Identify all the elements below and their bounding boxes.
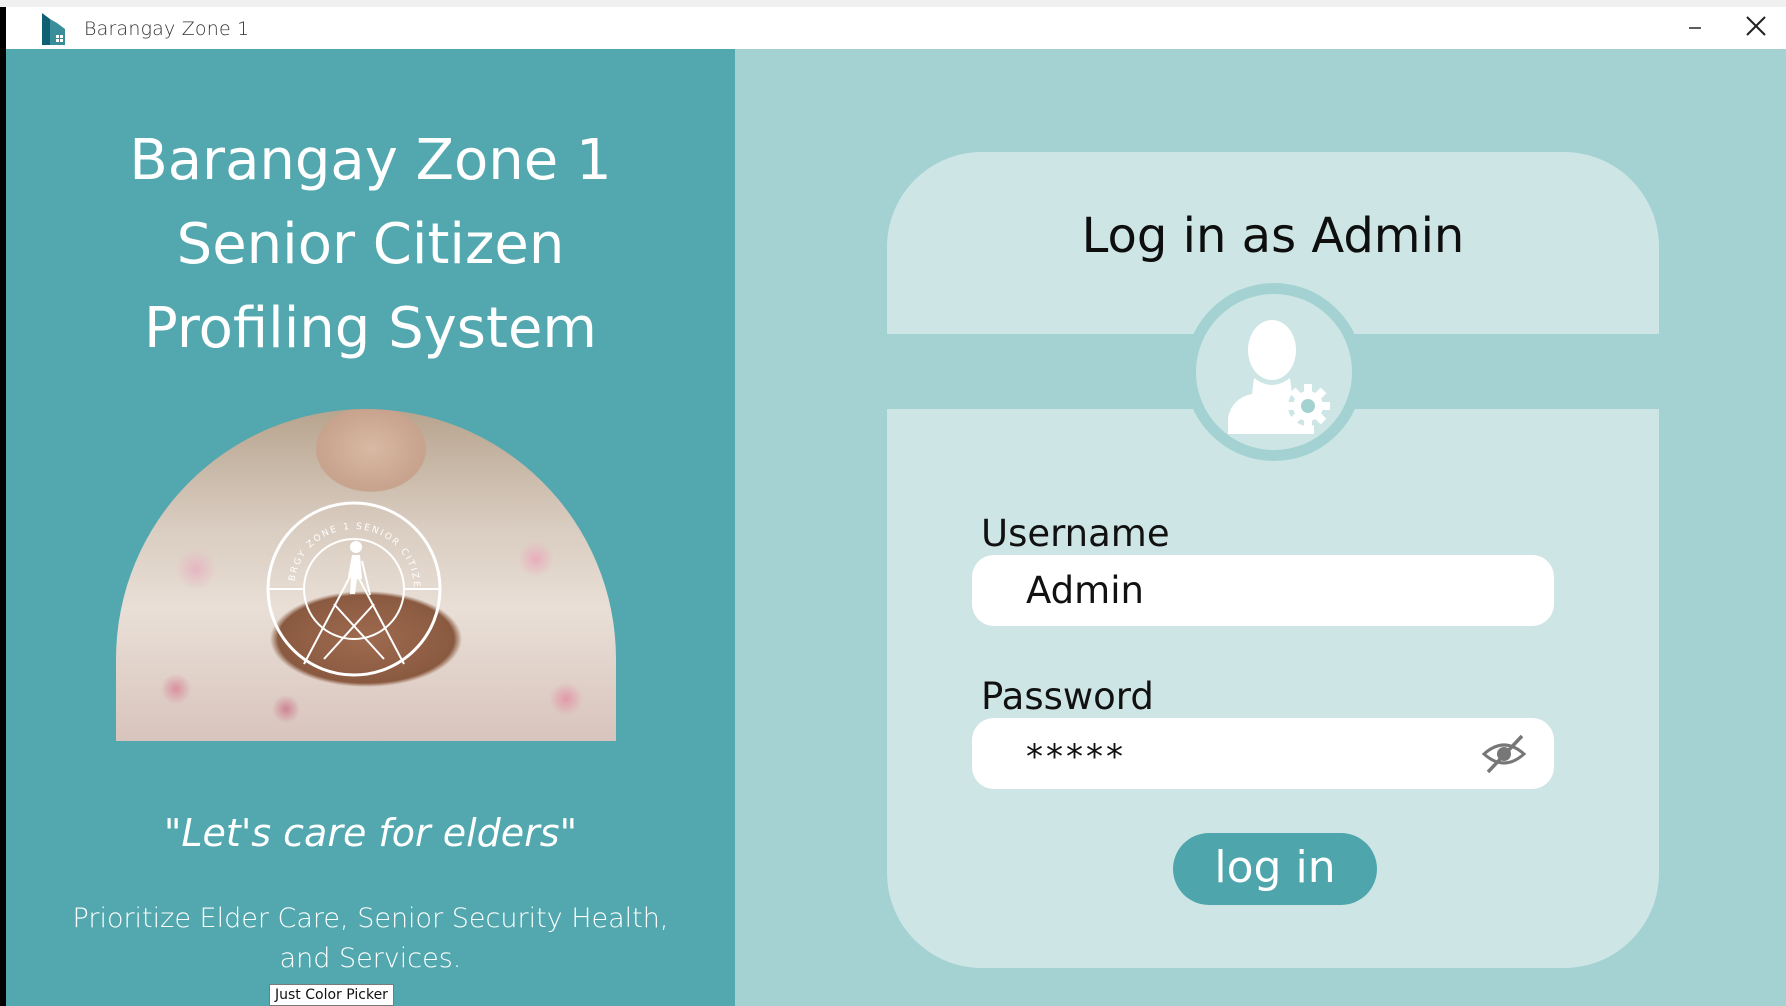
elder-hands-photo: BRGY ZONE 1 SENIOR CITIZEN	[116, 409, 616, 741]
system-title-line: Profiling System	[144, 296, 597, 361]
password-label: Password	[981, 675, 1154, 718]
username-input[interactable]: Admin	[972, 555, 1554, 626]
window-title: Barangay Zone 1	[84, 18, 250, 40]
username-value[interactable]: Admin	[1026, 569, 1144, 612]
emblem-text: BRGY ZONE 1 SENIOR CITIZEN	[264, 499, 421, 589]
admin-user-gear-icon	[1228, 320, 1330, 434]
minimize-button[interactable]	[1672, 7, 1718, 49]
login-button[interactable]: log in	[1173, 833, 1377, 905]
color-picker-tooltip: Just Color Picker	[269, 984, 394, 1006]
window-top-edge	[0, 0, 1786, 7]
password-input[interactable]: *****	[972, 718, 1554, 789]
system-title-line: Barangay Zone 1	[129, 128, 612, 193]
mission-line: and Services.	[279, 943, 462, 974]
close-icon	[1745, 15, 1767, 41]
system-title: Barangay Zone 1 Senior Citizen Profiling…	[6, 119, 735, 371]
username-label: Username	[981, 512, 1170, 555]
building-logo-icon	[38, 11, 68, 47]
login-card: Log in as Admin Username Admin Password …	[887, 152, 1659, 968]
mission-line: Prioritize Elder Care, Senior Security H…	[72, 903, 669, 934]
system-title-line: Senior Citizen	[176, 212, 565, 277]
title-bar[interactable]: Barangay Zone 1	[6, 7, 1786, 49]
minimize-icon	[1688, 19, 1702, 38]
login-title: Log in as Admin	[1081, 208, 1465, 264]
mission-statement: Prioritize Elder Care, Senior Security H…	[66, 899, 675, 979]
senior-citizen-emblem: BRGY ZONE 1 SENIOR CITIZEN	[264, 499, 442, 677]
tagline: "Let's care for elders"	[163, 811, 578, 855]
login-panel: Log in as Admin Username Admin Password …	[735, 49, 1786, 1006]
close-button[interactable]	[1733, 7, 1779, 49]
admin-avatar	[1185, 283, 1363, 461]
password-value[interactable]: *****	[1026, 737, 1126, 777]
eye-slash-icon[interactable]	[1480, 730, 1528, 778]
branding-panel: Barangay Zone 1 Senior Citizen Profiling…	[6, 49, 735, 1006]
